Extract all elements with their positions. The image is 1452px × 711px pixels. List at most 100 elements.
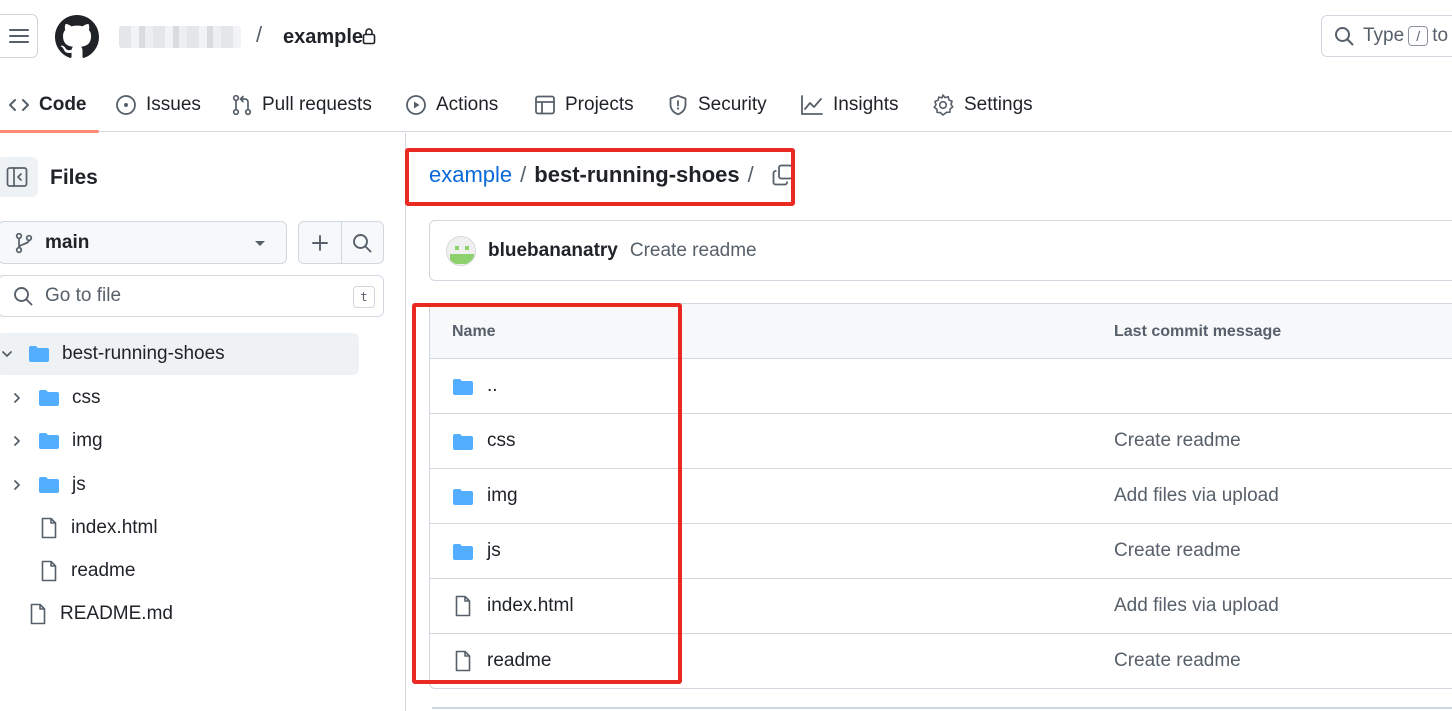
tab-pull-requests[interactable]: Pull requests bbox=[231, 78, 372, 132]
sidebar-title: Files bbox=[50, 166, 98, 189]
commit-message[interactable]: Create readme bbox=[1114, 540, 1241, 562]
tree-item-css[interactable]: css bbox=[10, 377, 101, 419]
tab-code[interactable]: Code bbox=[0, 78, 98, 133]
file-name-link[interactable]: index.html bbox=[487, 595, 574, 617]
git-pull-request-icon bbox=[232, 94, 252, 116]
code-icon bbox=[9, 99, 29, 111]
search-icon bbox=[1335, 27, 1354, 46]
file-icon bbox=[41, 517, 57, 539]
tree-item-img[interactable]: img bbox=[10, 420, 103, 462]
git-branch-icon bbox=[15, 232, 33, 253]
add-file-button[interactable] bbox=[299, 222, 341, 263]
file-tree-sidebar: Files main Go to file t best-running-sho… bbox=[0, 133, 406, 711]
github-logo-icon[interactable] bbox=[55, 15, 99, 59]
copy-path-icon[interactable] bbox=[772, 164, 794, 186]
table-row[interactable]: readme Create readme bbox=[430, 634, 1452, 688]
file-name-link[interactable]: js bbox=[487, 540, 501, 562]
tree-item-best-running-shoes[interactable]: best-running-shoes bbox=[0, 333, 359, 375]
search-placeholder: Type / to bbox=[1363, 25, 1449, 46]
folder-open-icon bbox=[29, 346, 49, 362]
chevron-down-icon bbox=[2, 351, 12, 357]
folder-icon bbox=[453, 544, 473, 560]
commit-message-link[interactable]: Create readme bbox=[630, 240, 757, 262]
tab-settings[interactable]: Settings bbox=[931, 78, 1033, 132]
file-icon bbox=[455, 650, 471, 672]
commit-message[interactable]: Add files via upload bbox=[1114, 485, 1279, 507]
tree-item-label: index.html bbox=[71, 517, 158, 538]
lock-icon bbox=[362, 28, 376, 45]
column-header-last-commit-message: Last commit message bbox=[1114, 323, 1282, 340]
folder-icon bbox=[39, 390, 59, 406]
file-name-link[interactable]: css bbox=[487, 430, 516, 452]
chevron-right-icon bbox=[14, 436, 20, 446]
commit-author-link[interactable]: bluebananatry bbox=[488, 240, 618, 262]
file-icon bbox=[30, 603, 46, 625]
table-row[interactable]: css Create readme bbox=[430, 414, 1452, 469]
commit-message[interactable]: Create readme bbox=[1114, 650, 1241, 672]
chevron-right-icon bbox=[14, 393, 20, 403]
repo-name-link[interactable]: example bbox=[283, 26, 363, 49]
go-to-file-placeholder: Go to file bbox=[45, 285, 122, 306]
commit-message[interactable]: Create readme bbox=[1114, 430, 1241, 452]
hamburger-icon bbox=[9, 29, 29, 43]
breadcrumb-separator: / bbox=[520, 162, 527, 187]
breadcrumb-separator: / bbox=[747, 162, 754, 187]
issue-opened-icon bbox=[116, 95, 136, 115]
path-breadcrumb: example / best-running-shoes / bbox=[429, 162, 794, 188]
file-actions-group bbox=[298, 221, 384, 264]
tab-security[interactable]: Security bbox=[667, 78, 767, 132]
global-search-input[interactable]: Type / to bbox=[1321, 15, 1452, 57]
go-to-file-input[interactable]: Go to file t bbox=[0, 275, 384, 317]
file-icon bbox=[455, 595, 471, 617]
file-name-link[interactable]: .. bbox=[487, 375, 498, 397]
search-shortcut-key: / bbox=[1408, 26, 1429, 46]
tree-item-label: best-running-shoes bbox=[62, 343, 225, 364]
tree-item-index-html[interactable]: index.html bbox=[40, 507, 158, 549]
breadcrumb-root-link[interactable]: example bbox=[429, 162, 512, 188]
owner-name-redacted[interactable] bbox=[119, 26, 241, 48]
next-section-border bbox=[432, 707, 1452, 709]
folder-icon bbox=[453, 379, 473, 395]
tree-item-label: README.md bbox=[60, 603, 173, 624]
tree-item-readme[interactable]: readme bbox=[40, 550, 135, 592]
branch-selector[interactable]: main bbox=[0, 221, 287, 264]
graph-icon bbox=[801, 95, 823, 115]
file-name-link[interactable]: readme bbox=[487, 650, 551, 672]
collapse-sidebar-button[interactable] bbox=[0, 157, 38, 197]
search-icon bbox=[353, 233, 372, 252]
search-icon bbox=[14, 287, 33, 306]
file-icon bbox=[41, 560, 57, 582]
tab-actions[interactable]: Actions bbox=[405, 78, 498, 132]
breadcrumb-current: best-running-shoes bbox=[534, 162, 740, 187]
column-header-name: Name bbox=[452, 323, 496, 340]
table-row-parent-directory[interactable]: .. bbox=[430, 359, 1452, 414]
commit-message[interactable]: Add files via upload bbox=[1114, 595, 1279, 617]
menu-button[interactable] bbox=[0, 14, 38, 58]
plus-icon bbox=[312, 234, 328, 251]
table-header: Name Last commit message bbox=[430, 304, 1452, 359]
table-row[interactable]: img Add files via upload bbox=[430, 469, 1452, 524]
search-files-button[interactable] bbox=[340, 222, 383, 263]
tab-issues[interactable]: Issues bbox=[115, 78, 201, 132]
chevron-right-icon bbox=[14, 480, 20, 490]
sidebar-collapse-icon bbox=[6, 167, 28, 187]
table-row[interactable]: index.html Add files via upload bbox=[430, 579, 1452, 634]
gear-icon bbox=[933, 94, 954, 116]
directory-listing-table: Name Last commit message .. css Create r… bbox=[429, 303, 1452, 689]
table-icon bbox=[535, 95, 555, 115]
table-row[interactable]: js Create readme bbox=[430, 524, 1452, 579]
tab-projects[interactable]: Projects bbox=[534, 78, 634, 132]
tab-insights[interactable]: Insights bbox=[800, 78, 898, 132]
tree-item-js[interactable]: js bbox=[10, 464, 86, 506]
latest-commit-bar: bluebananatry Create readme bbox=[429, 220, 1452, 281]
tree-item-readme-md[interactable]: README.md bbox=[29, 593, 173, 635]
folder-icon bbox=[39, 433, 59, 449]
file-name-link[interactable]: img bbox=[487, 485, 518, 507]
branch-name: main bbox=[45, 231, 90, 253]
header-separator: / bbox=[256, 22, 263, 47]
tree-item-label: readme bbox=[71, 560, 136, 581]
avatar[interactable] bbox=[446, 235, 476, 266]
repo-navigation: Code Issues Pull requests Actions Projec… bbox=[0, 78, 1452, 133]
tree-item-label: img bbox=[72, 430, 103, 451]
folder-icon bbox=[453, 489, 473, 505]
